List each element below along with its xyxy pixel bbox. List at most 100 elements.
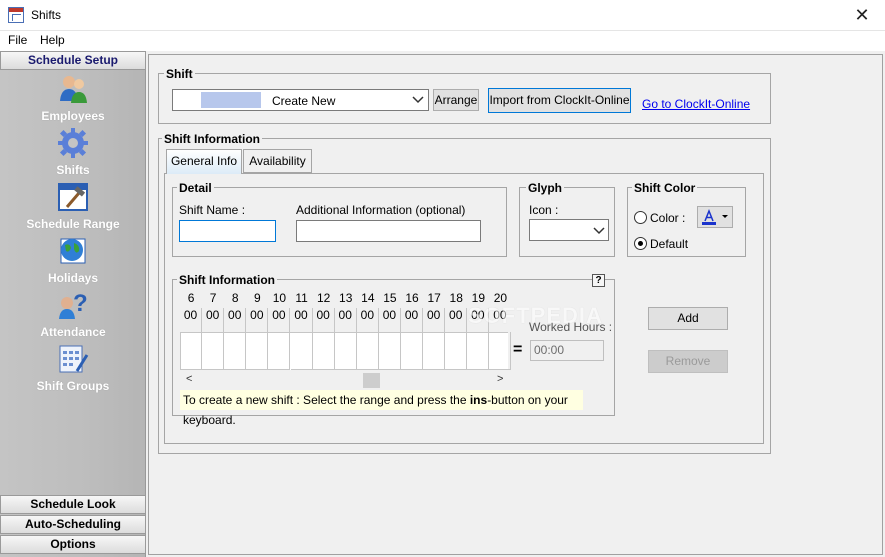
detail-legend: Detail: [177, 181, 214, 195]
hour-cell[interactable]: [202, 332, 225, 370]
shift-select-value: Create New: [272, 94, 336, 108]
scroll-left-icon[interactable]: <: [186, 373, 192, 385]
shift-grid-legend: Shift Information: [177, 273, 277, 287]
sidebar-item-schedule-range[interactable]: Schedule Range: [0, 217, 146, 231]
shift-information-legend: Shift Information: [162, 132, 262, 146]
radio-selected-dot: [638, 241, 643, 246]
hour-cell[interactable]: [180, 332, 203, 370]
icon-label: Icon :: [529, 203, 559, 217]
window-title: Shifts: [31, 8, 62, 22]
hour-cell[interactable]: [401, 332, 424, 370]
hour-cell[interactable]: [334, 332, 357, 370]
hour-header: 10: [272, 291, 287, 305]
question-person-icon: ?: [59, 290, 88, 319]
hammer-icon: [58, 183, 88, 211]
scrollbar-thumb[interactable]: [363, 373, 380, 388]
hour-cell[interactable]: [224, 332, 247, 370]
title-bar: [0, 0, 885, 31]
calculator-icon: [59, 345, 89, 373]
worked-hours-field: 00:00: [530, 340, 604, 361]
minute-header: 00: [379, 308, 401, 332]
hour-header: 8: [231, 291, 239, 305]
hour-header: 17: [427, 291, 441, 305]
menu-file[interactable]: File: [8, 33, 27, 47]
color-radio-label: Color :: [650, 211, 686, 225]
tab-general-info[interactable]: General Info: [166, 149, 242, 174]
watermark: SOFTPEDIA: [468, 303, 603, 328]
menu-bar: [0, 31, 885, 51]
default-radio-label: Default: [650, 237, 689, 251]
minute-header: 00: [335, 308, 357, 332]
hour-header: 7: [209, 291, 217, 305]
close-button[interactable]: ✕: [839, 0, 885, 30]
hour-cell[interactable]: [489, 332, 512, 370]
additional-info-input[interactable]: [296, 220, 481, 242]
grid-scrollbar[interactable]: [180, 372, 508, 389]
help-button[interactable]: ?: [592, 274, 605, 287]
minute-header: 00: [423, 308, 446, 332]
shift-name-label: Shift Name :: [179, 203, 246, 217]
chevron-down-icon: [593, 227, 605, 235]
glyph-legend: Glyph: [526, 181, 565, 195]
hour-cell[interactable]: [378, 332, 401, 370]
minute-header: 00: [246, 308, 269, 332]
sidebar-button-options[interactable]: Options: [0, 535, 146, 554]
equals-sign: =: [513, 341, 523, 358]
hour-cell[interactable]: [467, 332, 490, 370]
hour-cell[interactable]: [312, 332, 335, 370]
hour-header: 12: [316, 291, 331, 305]
hint-text-key: ins: [469, 393, 488, 407]
font-color-icon: [702, 208, 728, 225]
shift-name-input[interactable]: [179, 220, 276, 242]
hour-header: 16: [405, 291, 419, 305]
minute-header: 00: [357, 308, 379, 332]
hour-header: 11: [295, 291, 308, 305]
menu-help[interactable]: Help: [40, 33, 65, 47]
hour-header: 6: [187, 291, 195, 305]
hour-cell[interactable]: [268, 332, 291, 370]
sidebar-button-schedule-look[interactable]: Schedule Look: [0, 495, 146, 514]
app-calendar-icon: [8, 7, 24, 23]
hour-header: 18: [449, 291, 463, 305]
minute-header: 00: [313, 308, 335, 332]
minute-header: 00: [291, 308, 313, 332]
hint-text-pre: To create a new shift : Select the range…: [183, 393, 470, 407]
sidebar-item-shifts[interactable]: Shifts: [0, 163, 146, 177]
hour-cell[interactable]: [290, 332, 313, 370]
hour-cell[interactable]: [246, 332, 269, 370]
sidebar-item-shift-groups[interactable]: Shift Groups: [0, 379, 146, 393]
minute-header: 00: [445, 308, 468, 332]
default-radio[interactable]: [634, 237, 647, 250]
arrange-button[interactable]: Arrange: [433, 89, 479, 111]
svg-text:?: ?: [73, 290, 88, 317]
add-button[interactable]: Add: [648, 307, 728, 330]
menu-file-label: File: [8, 33, 28, 47]
remove-button[interactable]: Remove: [648, 350, 728, 373]
sidebar-item-holidays[interactable]: Holidays: [0, 271, 146, 285]
color-radio[interactable]: [634, 211, 647, 224]
sidebar-header-schedule-setup[interactable]: Schedule Setup: [0, 51, 146, 70]
employees-icon: [60, 76, 87, 103]
sidebar-button-auto-scheduling[interactable]: Auto-Scheduling: [0, 515, 146, 534]
hour-grid-cells[interactable]: [180, 332, 512, 370]
hour-header: 9: [254, 291, 261, 305]
import-clockit-button[interactable]: Import from ClockIt-Online: [488, 88, 631, 113]
hour-header: 14: [361, 291, 375, 305]
hour-cell[interactable]: [423, 332, 446, 370]
minute-header: 00: [224, 308, 247, 332]
hour-cell[interactable]: [356, 332, 379, 370]
minute-header: 00: [401, 308, 424, 332]
minute-header: 00: [268, 308, 291, 332]
hour-header: 13: [339, 291, 353, 305]
sidebar-item-attendance[interactable]: Attendance: [0, 325, 146, 339]
minute-header: 00: [180, 308, 203, 332]
menu-help-label: Help: [40, 33, 65, 47]
shift-select-highlight: [201, 92, 261, 108]
scroll-right-icon[interactable]: >: [497, 373, 503, 385]
sidebar-item-employees[interactable]: Employees: [0, 109, 146, 123]
shift-legend: Shift: [164, 67, 195, 81]
hour-cell[interactable]: [445, 332, 468, 370]
tab-availability[interactable]: Availability: [243, 149, 312, 173]
hour-header: 15: [383, 291, 397, 305]
goto-clockit-link[interactable]: Go to ClockIt-Online: [642, 97, 750, 111]
